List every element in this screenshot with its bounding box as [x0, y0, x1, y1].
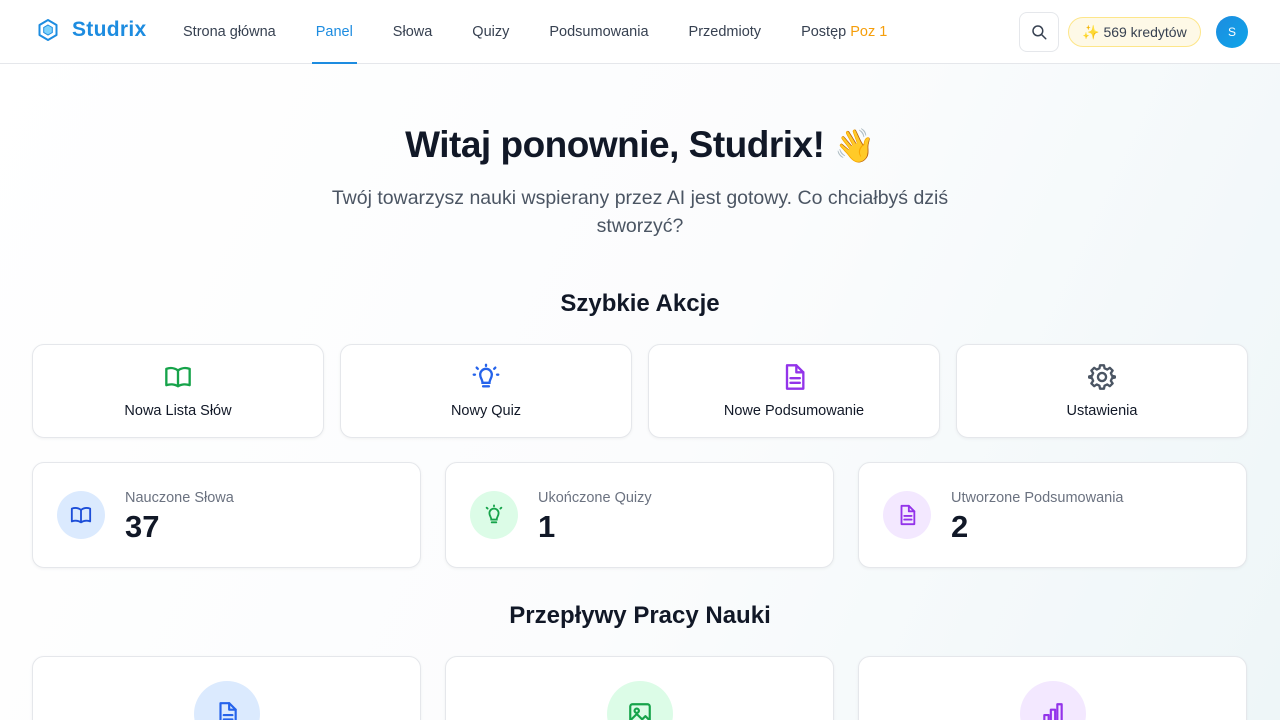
search-button[interactable] — [1019, 12, 1059, 52]
stat-value: 2 — [951, 509, 969, 544]
nav-label: Strona główna — [183, 24, 276, 40]
stat-card-words: Nauczone Słowa 37 — [32, 462, 421, 568]
nav-label: Podsumowania — [549, 24, 649, 40]
workflow-card-document[interactable] — [32, 656, 421, 720]
hexagon-logo-icon — [38, 19, 58, 41]
stat-card-quizzes: Ukończone Quizy 1 — [445, 462, 834, 568]
action-label: Ustawienia — [1066, 403, 1138, 419]
gear-icon — [1088, 363, 1116, 391]
action-label: Nowa Lista Słów — [124, 403, 232, 419]
page-title: Witaj ponownie, Studrix! 👋 — [0, 124, 1280, 166]
brand-name: Studrix — [72, 18, 147, 41]
nav-item-panel[interactable]: Panel — [296, 0, 373, 64]
nav-item-progress[interactable]: Postęp Poz 1 — [781, 0, 907, 64]
workflow-card-image[interactable] — [445, 656, 834, 720]
stat-card-summaries: Utworzone Podsumowania 2 — [858, 462, 1247, 568]
stat-label: Utworzone Podsumowania — [951, 490, 1124, 506]
action-label: Nowy Quiz — [450, 403, 522, 419]
nav-label: Postęp — [801, 24, 847, 40]
level-badge: Poz 1 — [850, 24, 888, 40]
workflow-card-progress[interactable] — [858, 656, 1247, 720]
welcome-text: Witaj ponownie, Studrix! — [405, 124, 825, 165]
document-icon — [883, 491, 931, 539]
action-label: Nowe Podsumowanie — [723, 403, 865, 419]
nav-item-words[interactable]: Słowa — [373, 0, 453, 64]
sparkles-icon: ✨ — [1082, 23, 1100, 40]
stat-value: 37 — [125, 509, 160, 544]
nav-item-summaries[interactable]: Podsumowania — [529, 0, 668, 64]
document-icon — [780, 363, 808, 391]
page-subtitle: Twój towarzysz nauki wspierany przez AI … — [331, 187, 949, 237]
credits-label: 569 kredytów — [1103, 24, 1187, 40]
nav-item-quizzes[interactable]: Quizy — [452, 0, 529, 64]
main-nav: Strona główna Panel Słowa Quizy Podsumow… — [163, 0, 907, 64]
nav-label: Słowa — [392, 24, 433, 40]
avatar[interactable]: S — [1216, 16, 1248, 48]
document-icon — [194, 681, 260, 720]
nav-label: Przedmioty — [688, 24, 762, 40]
nav-label: Panel — [315, 24, 353, 40]
book-open-icon — [57, 491, 105, 539]
new-summary-button[interactable]: Nowe Podsumowanie — [648, 344, 940, 438]
stat-label: Nauczone Słowa — [125, 490, 234, 506]
stat-value: 1 — [538, 509, 556, 544]
settings-button[interactable]: Ustawienia — [956, 344, 1248, 438]
lightbulb-icon — [470, 491, 518, 539]
workflows-title: Przepływy Pracy Nauki — [509, 602, 771, 629]
new-quiz-button[interactable]: Nowy Quiz — [340, 344, 632, 438]
quick-actions-title: Szybkie Akcje — [560, 290, 720, 317]
top-navigation-bar: Studrix Strona główna Panel Słowa Quizy … — [0, 0, 1280, 64]
brand-logo-link[interactable]: Studrix — [36, 18, 146, 42]
book-open-icon — [164, 363, 192, 391]
lightbulb-icon — [472, 363, 500, 391]
waving-hand-icon: 👋 — [834, 127, 875, 164]
image-icon — [607, 681, 673, 720]
stat-label: Ukończone Quizy — [538, 490, 652, 506]
nav-item-subjects[interactable]: Przedmioty — [669, 0, 782, 64]
bar-chart-icon — [1020, 681, 1086, 720]
new-word-list-button[interactable]: Nowa Lista Słów — [32, 344, 324, 438]
nav-item-home[interactable]: Strona główna — [163, 0, 296, 64]
nav-label: Quizy — [472, 24, 510, 40]
search-icon — [1032, 25, 1047, 40]
credits-badge[interactable]: ✨ 569 kredytów — [1068, 17, 1201, 47]
